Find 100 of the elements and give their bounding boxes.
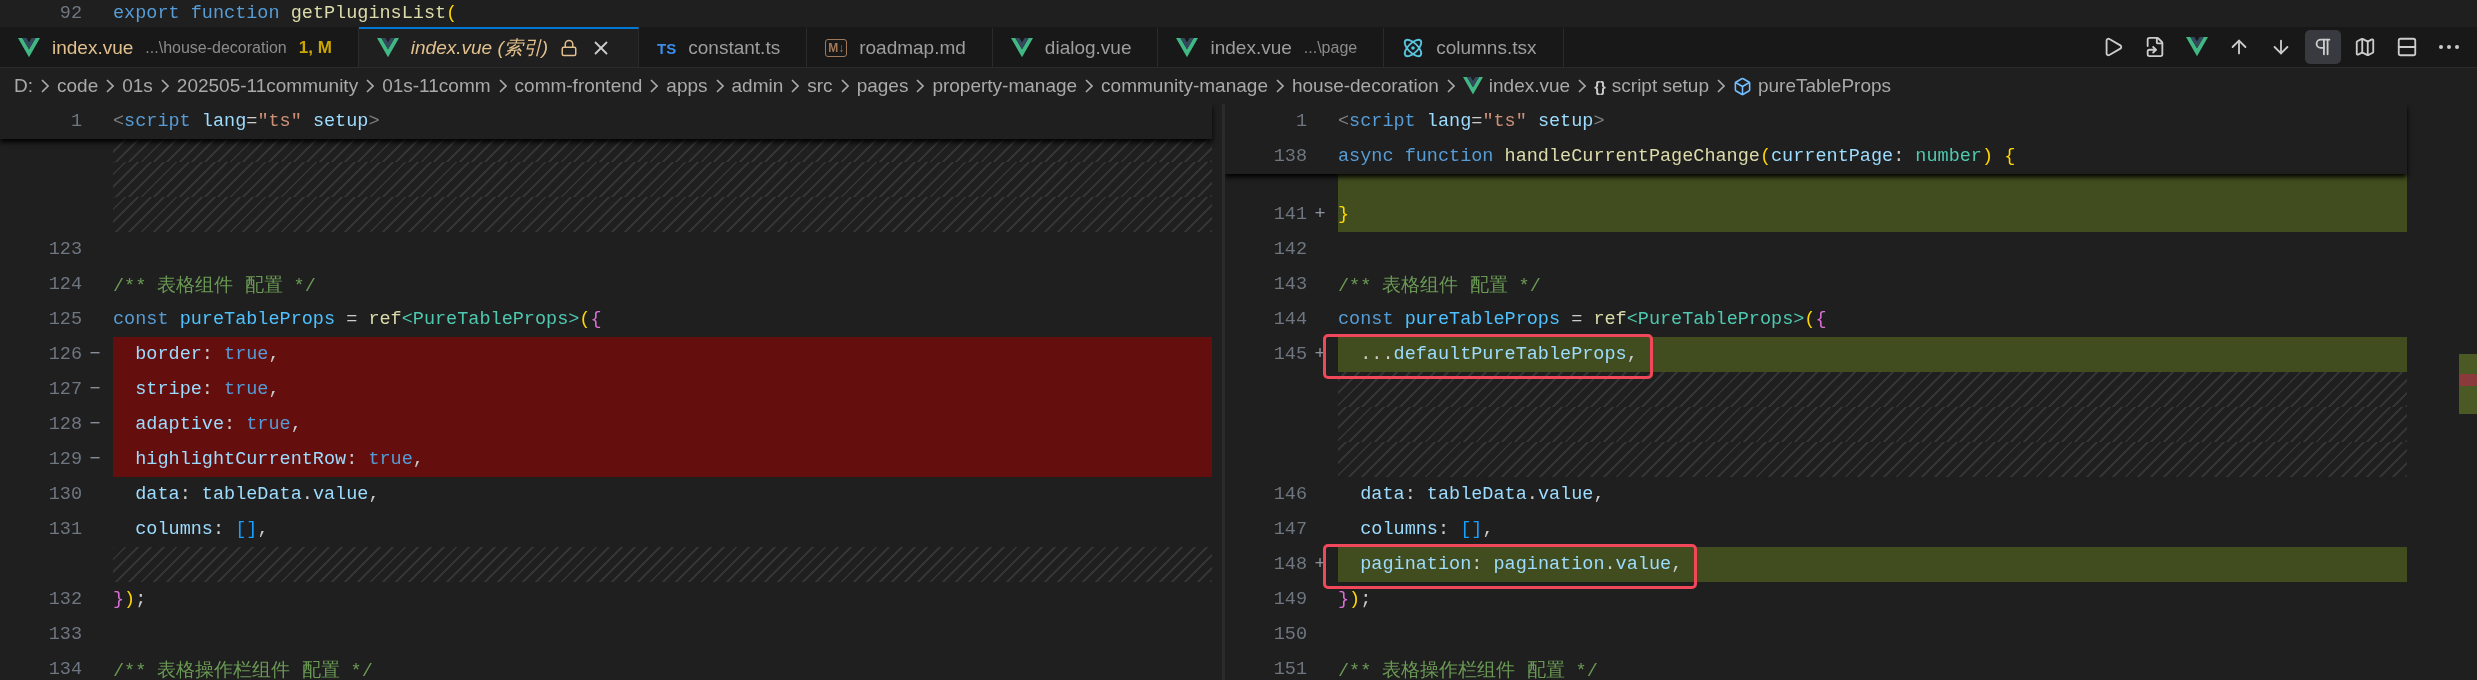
- braces-icon: {}: [1594, 77, 1606, 95]
- code-line: columns: [],: [134, 519, 269, 540]
- code-line: <script lang="ts" setup>: [1338, 111, 1605, 132]
- breadcrumb-item[interactable]: D:: [14, 75, 33, 97]
- breadcrumb-item[interactable]: script setup: [1611, 75, 1709, 97]
- breadcrumb-item[interactable]: 202505-11community: [176, 75, 359, 97]
- chevron-right-icon: [1085, 79, 1094, 93]
- code-line: /** 表格组件 配置 */: [1338, 274, 1541, 297]
- breadcrumb-item[interactable]: pages: [856, 75, 909, 97]
- breadcrumb-item[interactable]: apps: [666, 75, 708, 97]
- code-line: <script lang="ts" setup>: [113, 111, 380, 132]
- line-number: 129: [47, 449, 82, 470]
- chevron-right-icon: [366, 79, 375, 93]
- chevron-right-icon: [106, 79, 115, 93]
- diff-sign: −: [88, 344, 102, 365]
- code-line: border: true,: [134, 344, 280, 365]
- vue-logo-icon: [1462, 77, 1483, 95]
- breadcrumb-item[interactable]: 01s: [122, 75, 153, 97]
- line-number: 132: [47, 589, 82, 610]
- chevron-right-icon: [791, 79, 800, 93]
- line-number: 124: [47, 274, 82, 295]
- chevron-right-icon: [498, 79, 507, 93]
- code-line: adaptive: true,: [134, 414, 302, 435]
- breadcrumb-item[interactable]: house-decoration: [1291, 75, 1439, 97]
- code-line: data: tableData.value,: [134, 484, 380, 505]
- line-number: 144: [1272, 309, 1307, 330]
- line-number: 1: [69, 111, 82, 132]
- line-number: 131: [47, 519, 82, 540]
- code-line: /** 表格操作栏组件 配置 */: [113, 659, 373, 680]
- line-number: 92: [58, 3, 82, 24]
- line-number: 147: [1272, 519, 1307, 540]
- chevron-right-icon: [1446, 79, 1455, 93]
- vue-logo-icon: [18, 38, 40, 58]
- line-number: 138: [1272, 146, 1307, 167]
- more-icon: [2439, 45, 2459, 49]
- code-line: }: [1338, 204, 1350, 225]
- split-layout-icon: [2396, 36, 2418, 58]
- breadcrumb-item[interactable]: index.vue: [1488, 75, 1571, 97]
- line-number: 150: [1272, 624, 1307, 645]
- open-file-icon: [2144, 36, 2166, 58]
- vue-logo-icon: [1176, 38, 1199, 58]
- code-line: });: [1338, 589, 1372, 610]
- diff-sign: −: [88, 379, 102, 400]
- breadcrumb-item[interactable]: 01s-11comm: [382, 75, 491, 97]
- chevron-right-icon: [650, 79, 659, 93]
- line-number: 130: [47, 484, 82, 505]
- whitespace-toggle-button[interactable]: [2305, 30, 2341, 64]
- chevron-right-icon: [1578, 79, 1587, 93]
- code-line: data: tableData.value,: [1359, 484, 1605, 505]
- line-number: 125: [47, 309, 82, 330]
- line-number: 126: [47, 344, 82, 365]
- line-number: 146: [1272, 484, 1307, 505]
- code-line: highlightCurrentRow: true,: [134, 449, 424, 470]
- code-line: async function handleCurrentPageChange(currentPage: number) {: [1338, 146, 2016, 167]
- breadcrumb-item[interactable]: pureTableProps: [1757, 75, 1892, 97]
- line-number: 145: [1272, 344, 1307, 365]
- chevron-right-icon: [715, 79, 724, 93]
- line-number: 134: [47, 659, 82, 680]
- chevron-right-icon: [160, 79, 169, 93]
- breadcrumb-item[interactable]: src: [807, 75, 833, 97]
- code-line: export function getPluginsList(: [113, 3, 458, 24]
- breadcrumb-item[interactable]: comm-frontend: [514, 75, 643, 97]
- breadcrumb-item[interactable]: property-manage: [932, 75, 1078, 97]
- breadcrumb-item[interactable]: code: [57, 75, 99, 97]
- code-line: const pureTableProps = ref<PureTableProps>({: [1338, 309, 1827, 330]
- code-line: stripe: true,: [134, 379, 280, 400]
- typescript-file-icon: TS: [657, 39, 677, 57]
- diff-sign: +: [1313, 204, 1327, 225]
- chevron-right-icon: [1275, 79, 1284, 93]
- line-number: 1: [1294, 111, 1307, 132]
- markdown-file-icon: M↓: [825, 39, 848, 57]
- line-number: 128: [47, 414, 82, 435]
- code-line: columns: [],: [1359, 519, 1494, 540]
- chevron-right-icon: [1716, 79, 1725, 93]
- chevron-right-icon: [840, 79, 849, 93]
- chevron-right-icon: [41, 79, 49, 93]
- map-icon: [2354, 36, 2376, 58]
- line-number: 143: [1272, 274, 1307, 295]
- line-number: 148: [1272, 554, 1307, 575]
- code-line: /** 表格操作栏组件 配置 */: [1338, 659, 1598, 680]
- line-number: 142: [1272, 239, 1307, 260]
- variable-icon: [1732, 76, 1752, 96]
- vue-logo-icon: [1010, 38, 1033, 58]
- vue-logo-icon: [376, 38, 399, 58]
- atom-icon: [1402, 37, 1425, 59]
- line-number: 127: [47, 379, 82, 400]
- line-number: 123: [47, 239, 82, 260]
- vue-logo-icon: [2186, 37, 2208, 57]
- diff-sign: −: [88, 414, 102, 435]
- diff-sign: −: [88, 449, 102, 470]
- breadcrumb-item[interactable]: admin: [731, 75, 784, 97]
- editor-tab[interactable]: index.vue (索引): [358, 27, 640, 67]
- line-number: 151: [1272, 659, 1307, 680]
- code-line: /** 表格组件 配置 */: [113, 274, 316, 297]
- chevron-right-icon: [916, 79, 925, 93]
- line-number: 141: [1272, 204, 1307, 225]
- line-number: 149: [1272, 589, 1307, 610]
- code-line: const pureTableProps = ref<PureTableProps>({: [113, 309, 602, 330]
- line-number: 133: [47, 624, 82, 645]
- breadcrumb-item[interactable]: community-manage: [1101, 75, 1268, 97]
